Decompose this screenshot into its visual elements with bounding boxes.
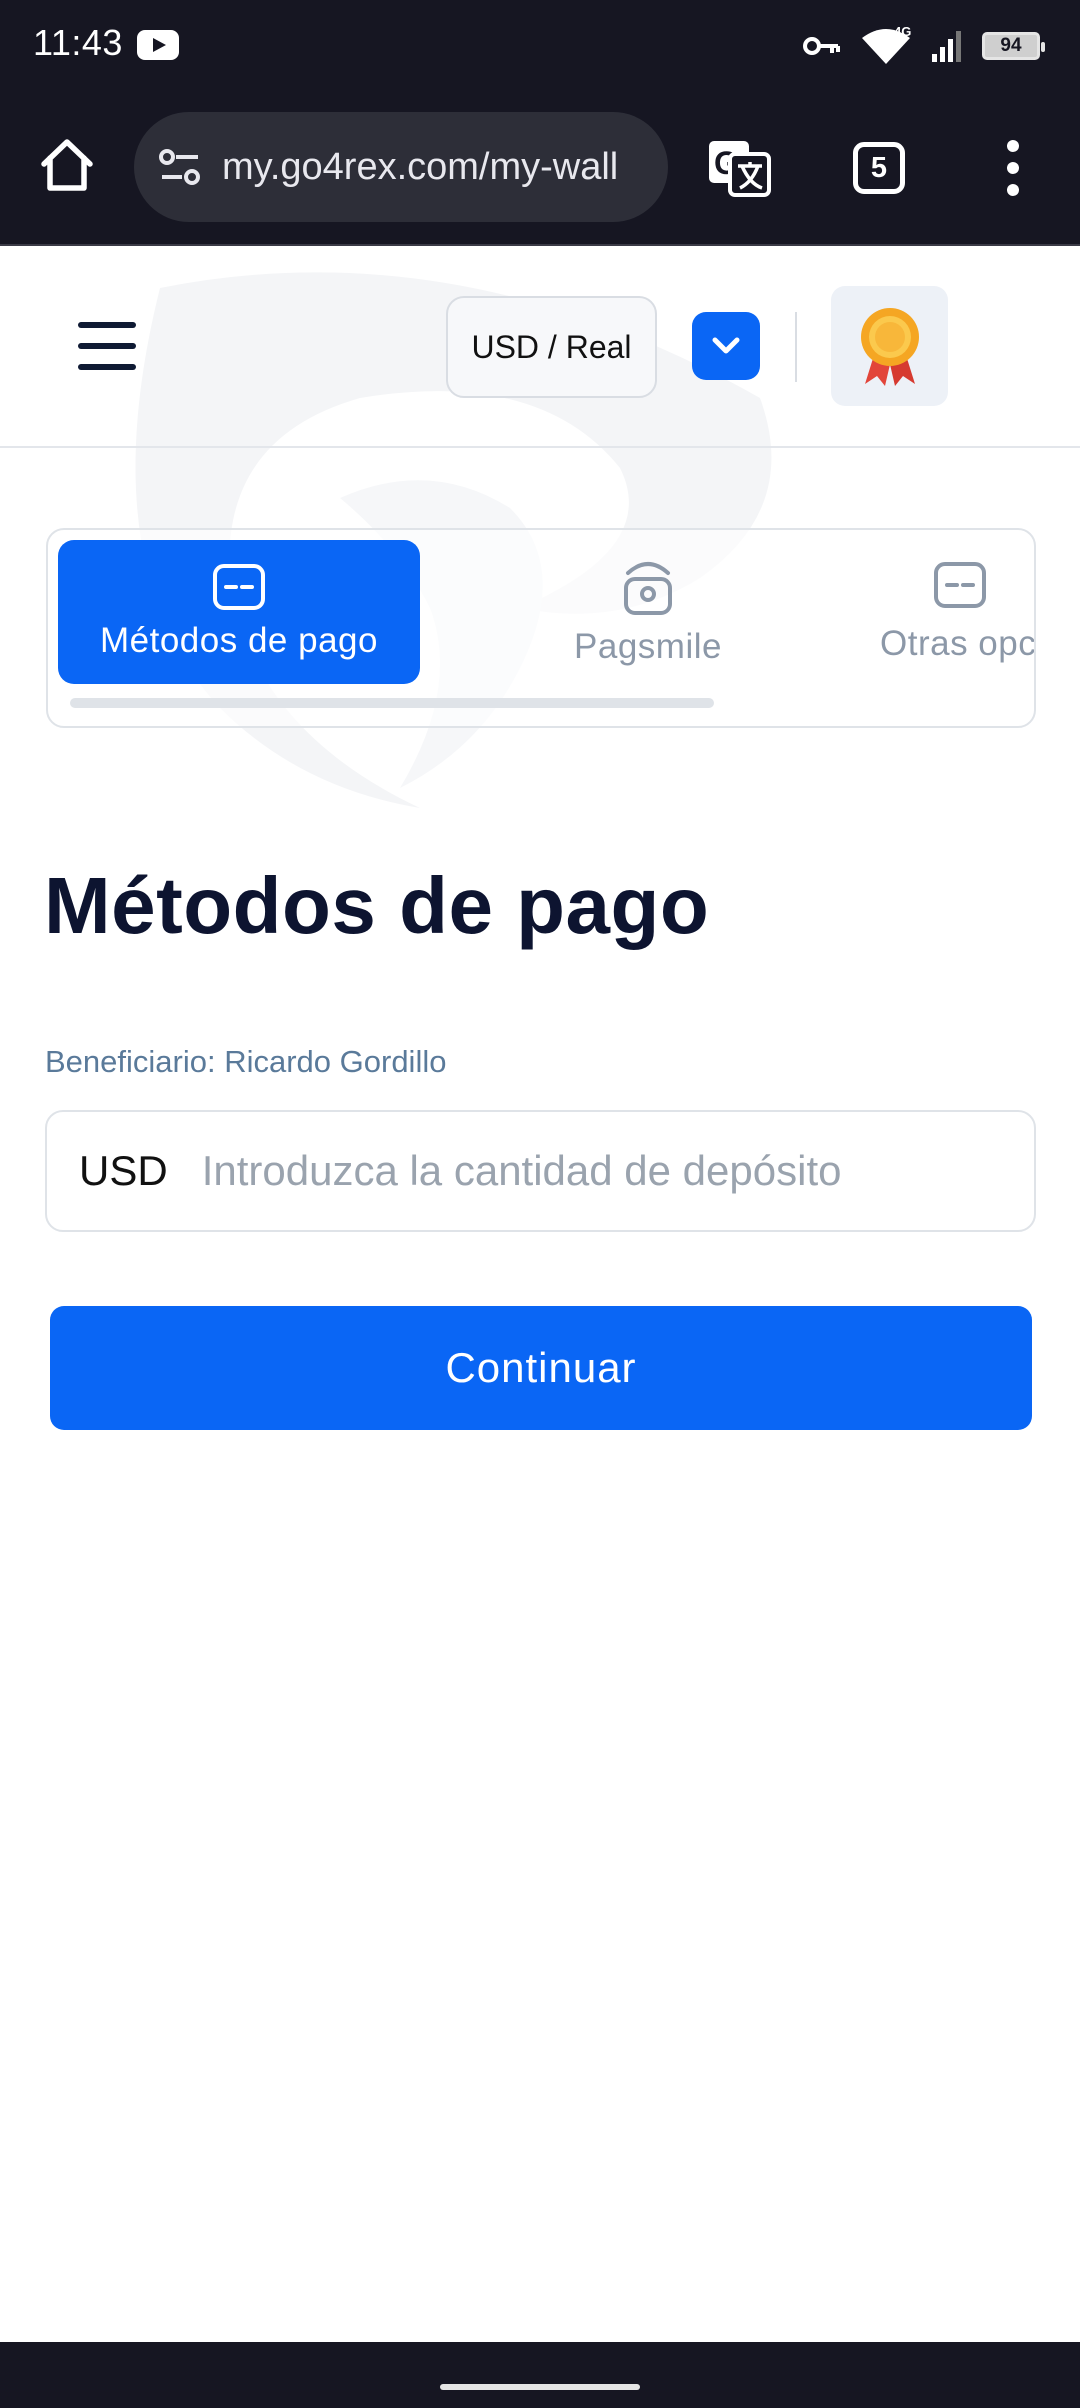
continue-button[interactable]: Continuar bbox=[50, 1306, 1032, 1430]
battery-icon: 94 bbox=[982, 32, 1045, 60]
site-settings-icon[interactable] bbox=[158, 147, 202, 187]
contactless-icon bbox=[624, 562, 672, 615]
youtube-icon bbox=[137, 30, 179, 60]
page-content: USD / Real Métodos de pago Pagsmile Otra… bbox=[0, 248, 1080, 2342]
chevron-down-icon bbox=[712, 337, 740, 354]
amount-field[interactable]: USD bbox=[45, 1110, 1036, 1232]
status-icons: 4G 94 bbox=[802, 24, 1045, 68]
translate-icon[interactable]: G bbox=[706, 138, 772, 198]
tab-label: Pagsmile bbox=[574, 627, 722, 666]
page-title: Métodos de pago bbox=[44, 861, 710, 950]
tab-pagsmile[interactable]: Pagsmile bbox=[488, 540, 808, 684]
tab-count: 5 bbox=[870, 151, 888, 184]
tab-switcher-button[interactable]: 5 bbox=[853, 142, 905, 194]
signal-icon bbox=[932, 31, 961, 62]
award-medal-icon bbox=[860, 308, 919, 386]
tab-label: Otras opcic bbox=[880, 623, 1036, 663]
site-header: USD / Real bbox=[0, 248, 1080, 448]
svg-text:4G: 4G bbox=[894, 26, 911, 39]
home-gesture-handle[interactable] bbox=[440, 2384, 640, 2390]
wifi-icon: 4G bbox=[862, 26, 911, 64]
status-badge-button[interactable] bbox=[831, 286, 948, 406]
account-type-label: USD / Real bbox=[471, 328, 632, 365]
deposit-amount-input[interactable] bbox=[201, 1147, 982, 1195]
tab-label: Métodos de pago bbox=[100, 621, 378, 660]
header-divider bbox=[795, 312, 797, 382]
home-icon[interactable] bbox=[38, 136, 96, 194]
more-menu-icon[interactable] bbox=[1000, 140, 1026, 196]
system-nav-bar bbox=[0, 2342, 1080, 2408]
account-type-selector[interactable]: USD / Real bbox=[446, 296, 657, 398]
url-text: my.go4rex.com/my-wall bbox=[222, 145, 619, 188]
browser-toolbar: my.go4rex.com/my-wall G 5 bbox=[0, 92, 1080, 246]
vpn-key-icon bbox=[803, 37, 840, 55]
status-time: 11:43 bbox=[33, 22, 123, 63]
status-bar: 11:43 4G 94 bbox=[0, 0, 1080, 92]
account-dropdown-button[interactable] bbox=[692, 312, 760, 380]
address-bar[interactable]: my.go4rex.com/my-wall bbox=[134, 112, 668, 222]
icon-wrapper bbox=[932, 561, 988, 614]
payment-method-tabs: Métodos de pago Pagsmile Otras opcic bbox=[46, 528, 1036, 728]
tabs-scrollbar[interactable] bbox=[70, 698, 714, 708]
card-icon bbox=[213, 564, 265, 610]
menu-icon[interactable] bbox=[78, 322, 136, 370]
tab-other-options[interactable]: Otras opcic bbox=[828, 540, 1036, 684]
card-icon bbox=[934, 561, 986, 608]
battery-level: 94 bbox=[1000, 35, 1022, 56]
beneficiary-label: Beneficiario: Ricardo Gordillo bbox=[45, 1044, 447, 1079]
tab-payment-methods[interactable]: Métodos de pago bbox=[58, 540, 420, 684]
currency-label: USD bbox=[79, 1147, 168, 1194]
